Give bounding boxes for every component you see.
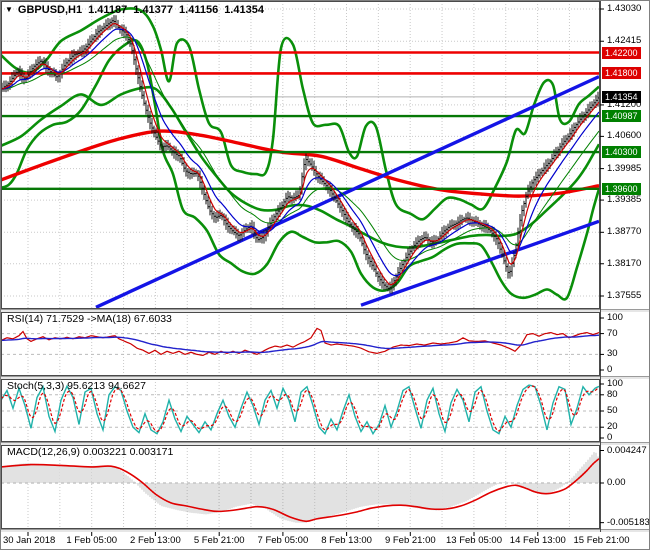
stoch-panel[interactable] xyxy=(1,379,600,442)
main-chart-panel[interactable] xyxy=(1,1,600,309)
rsi-panel[interactable] xyxy=(1,312,600,376)
chart-window: ▼ GBPUSD,H1 1.41187 1.41377 1.41156 1.41354 R… xyxy=(0,0,650,550)
macd-panel[interactable] xyxy=(1,445,600,529)
